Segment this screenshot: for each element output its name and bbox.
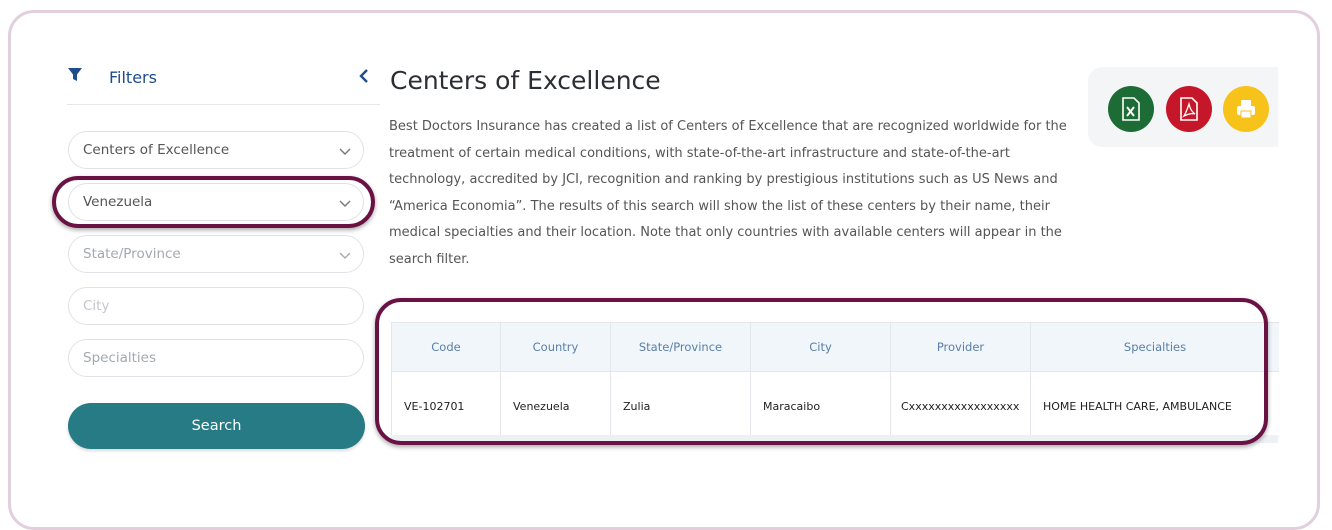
city-input[interactable]: City: [68, 287, 364, 325]
specialties-input[interactable]: Specialties: [68, 339, 364, 377]
export-pdf-button[interactable]: [1166, 86, 1212, 132]
collapse-chevron-left-icon[interactable]: [356, 66, 372, 86]
state-select-placeholder: State/Province: [83, 246, 181, 262]
program-select[interactable]: Centers of Excellence: [68, 131, 364, 169]
results-table-highlight: [375, 298, 1268, 445]
chevron-down-icon: [339, 148, 351, 155]
specialties-input-placeholder: Specialties: [83, 350, 157, 366]
page-title: Centers of Excellence: [390, 66, 661, 95]
page-description: Best Doctors Insurance has created a lis…: [389, 119, 1067, 267]
city-input-placeholder: City: [83, 298, 110, 314]
printer-icon: [1237, 100, 1255, 119]
pdf-file-icon: [1180, 97, 1198, 121]
filters-header: Filters: [67, 66, 380, 105]
export-excel-button[interactable]: [1108, 86, 1154, 132]
state-select[interactable]: State/Province: [68, 235, 364, 273]
program-select-value: Centers of Excellence: [83, 142, 230, 158]
excel-file-icon: [1122, 97, 1140, 121]
filter-icon: [68, 68, 82, 81]
country-select-highlight: [52, 176, 375, 228]
print-button[interactable]: [1223, 86, 1269, 132]
search-button[interactable]: Search: [68, 403, 365, 449]
chevron-down-icon: [339, 252, 351, 259]
filters-title: Filters: [109, 68, 157, 87]
